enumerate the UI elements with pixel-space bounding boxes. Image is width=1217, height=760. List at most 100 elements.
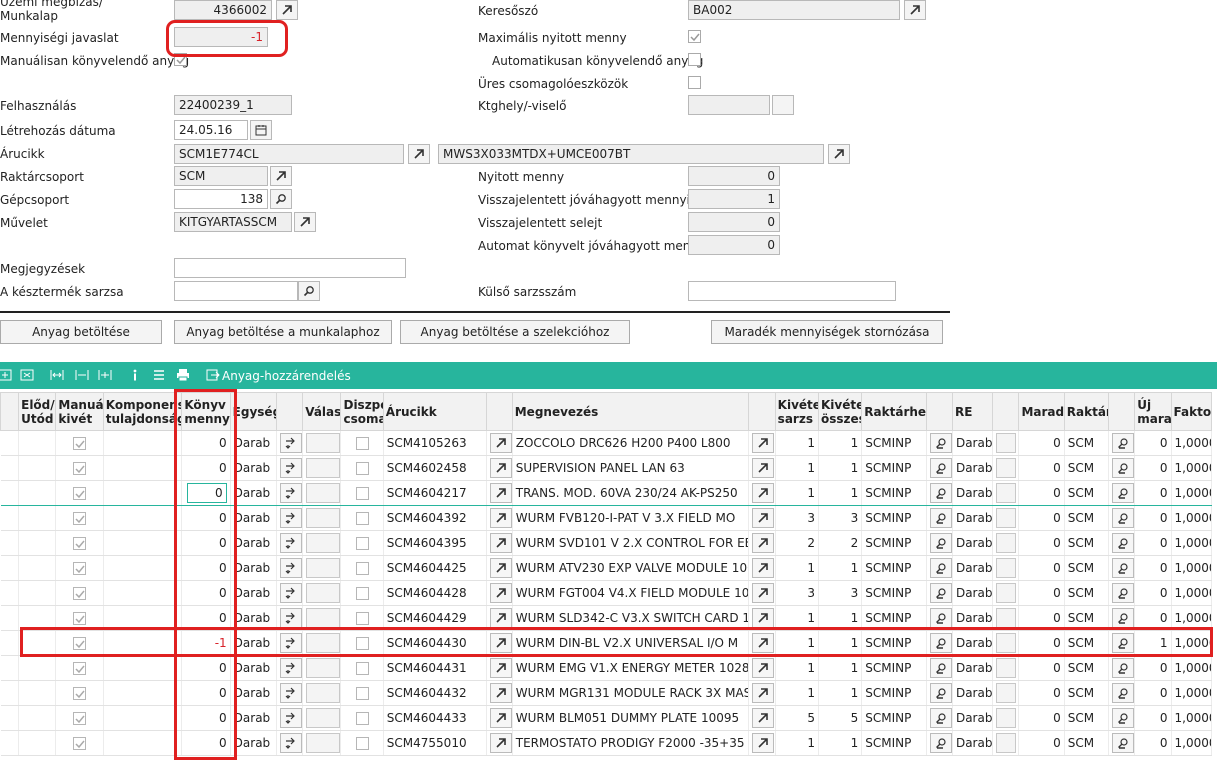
book-qty-cell[interactable]: 0	[181, 655, 231, 681]
book-qty-cell[interactable]: 0	[181, 455, 231, 481]
warehouse-button-cell[interactable]	[1108, 730, 1136, 756]
arrow-up-right-icon[interactable]	[752, 733, 775, 753]
name-button-cell[interactable]	[748, 655, 776, 681]
lookup-icon[interactable]	[929, 733, 952, 753]
empty-pack-checkbox[interactable]	[688, 76, 701, 89]
re-button-cell[interactable]	[992, 605, 1020, 631]
lookup-icon[interactable]	[929, 558, 952, 578]
manual-cell[interactable]	[55, 555, 104, 581]
name-button-cell[interactable]	[748, 505, 776, 531]
dispo-checkbox[interactable]	[355, 537, 369, 550]
dispo-cell[interactable]	[340, 480, 384, 506]
col-factor[interactable]: Faktor	[1170, 392, 1213, 431]
unit-button-cell[interactable]	[276, 505, 304, 531]
manual-checkbox[interactable]	[73, 587, 87, 600]
warehouse-button-cell[interactable]	[1108, 705, 1136, 731]
col-remain[interactable]: Marad	[1018, 392, 1065, 431]
product-lot-field[interactable]	[174, 281, 298, 301]
location-button-cell[interactable]	[926, 655, 953, 681]
answer-cell[interactable]	[302, 505, 342, 531]
dispo-checkbox[interactable]	[355, 687, 369, 700]
answer-cell[interactable]	[302, 480, 342, 506]
re-box[interactable]	[996, 583, 1017, 603]
manual-checkbox[interactable]	[73, 662, 87, 675]
manual-checkbox[interactable]	[73, 437, 87, 450]
order-open-button[interactable]	[276, 0, 298, 20]
cost-center-button[interactable]	[772, 95, 794, 115]
table-row[interactable]: 0 Darab SCM4602458 SUPERVISION PANEL LAN…	[0, 455, 1213, 481]
table-row[interactable]: 0 Darab SCM4755010 TERMOSTATO PRODIGY F2…	[0, 730, 1213, 756]
unit-convert-icon[interactable]	[280, 683, 302, 703]
order-field[interactable]: 4366002	[174, 0, 272, 20]
row-select-cell[interactable]	[0, 680, 20, 706]
warehouse-button-cell[interactable]	[1108, 555, 1136, 581]
book-qty-cell[interactable]: 0	[181, 605, 231, 631]
row-select-cell[interactable]	[0, 430, 20, 456]
answer-cell[interactable]	[302, 430, 342, 456]
dispo-checkbox[interactable]	[355, 437, 369, 450]
col-warehouse[interactable]: Raktár	[1063, 392, 1110, 431]
answer-cell[interactable]	[302, 730, 342, 756]
external-lot-field[interactable]	[688, 281, 896, 301]
manual-checkbox[interactable]	[73, 462, 87, 475]
dispo-checkbox[interactable]	[355, 462, 369, 475]
dispo-checkbox[interactable]	[355, 512, 369, 525]
col-dispo[interactable]: Diszpo csoma	[340, 392, 384, 431]
col-re[interactable]: RE	[951, 392, 994, 431]
warehouse-button-cell[interactable]	[1108, 680, 1136, 706]
cost-center-field[interactable]	[688, 95, 770, 115]
name-button-cell[interactable]	[748, 430, 776, 456]
col-location[interactable]: Raktárhely	[861, 392, 927, 431]
row-select-cell[interactable]	[0, 705, 20, 731]
lookup-icon[interactable]	[929, 533, 952, 553]
item-button-cell[interactable]	[486, 455, 513, 481]
dispo-cell[interactable]	[340, 655, 384, 681]
name-button-cell[interactable]	[748, 455, 776, 481]
item-button-cell[interactable]	[486, 630, 513, 656]
item-button-cell[interactable]	[486, 580, 513, 606]
row-select-cell[interactable]	[0, 580, 20, 606]
machine-group-field[interactable]: 138	[174, 189, 268, 209]
manual-checkbox[interactable]	[73, 612, 87, 625]
unit-convert-icon[interactable]	[280, 583, 302, 603]
unit-button-cell[interactable]	[276, 680, 304, 706]
name-button-cell[interactable]	[748, 705, 776, 731]
unit-button-cell[interactable]	[276, 555, 304, 581]
machine-group-lookup-button[interactable]	[270, 189, 292, 209]
lookup-icon[interactable]	[929, 583, 952, 603]
name-button-cell[interactable]	[748, 630, 776, 656]
re-box[interactable]	[996, 533, 1017, 553]
col-new-remain[interactable]: Új marad	[1134, 392, 1172, 431]
created-date-field[interactable]: 24.05.16	[174, 120, 248, 140]
answer-box[interactable]	[306, 483, 340, 503]
lookup-icon[interactable]	[1112, 633, 1134, 653]
dispo-checkbox[interactable]	[355, 712, 369, 725]
dispo-cell[interactable]	[340, 605, 384, 631]
arrow-up-right-icon[interactable]	[489, 658, 512, 678]
lookup-icon[interactable]	[1112, 708, 1134, 728]
location-button-cell[interactable]	[926, 605, 953, 631]
lookup-icon[interactable]	[1112, 658, 1134, 678]
lookup-icon[interactable]	[1112, 433, 1134, 453]
manual-checkbox[interactable]	[73, 737, 87, 750]
name-button-cell[interactable]	[748, 680, 776, 706]
answer-box[interactable]	[306, 558, 340, 578]
lookup-icon[interactable]	[929, 508, 952, 528]
unit-convert-icon[interactable]	[280, 508, 302, 528]
operation-open-button[interactable]	[294, 212, 316, 232]
answer-cell[interactable]	[302, 605, 342, 631]
manual-checkbox[interactable]	[73, 537, 87, 550]
lookup-icon[interactable]	[1112, 508, 1134, 528]
dispo-checkbox[interactable]	[355, 487, 369, 500]
re-button-cell[interactable]	[992, 680, 1020, 706]
unit-button-cell[interactable]	[276, 480, 304, 506]
re-button-cell[interactable]	[992, 455, 1020, 481]
dispo-cell[interactable]	[340, 455, 384, 481]
unit-button-cell[interactable]	[276, 530, 304, 556]
dispo-checkbox[interactable]	[355, 737, 369, 750]
book-qty-cell[interactable]: 0	[181, 505, 231, 531]
lookup-icon[interactable]	[929, 608, 952, 628]
product-lot-lookup-button[interactable]	[298, 281, 320, 301]
answer-cell[interactable]	[302, 555, 342, 581]
expand-columns-icon[interactable]	[75, 368, 89, 382]
